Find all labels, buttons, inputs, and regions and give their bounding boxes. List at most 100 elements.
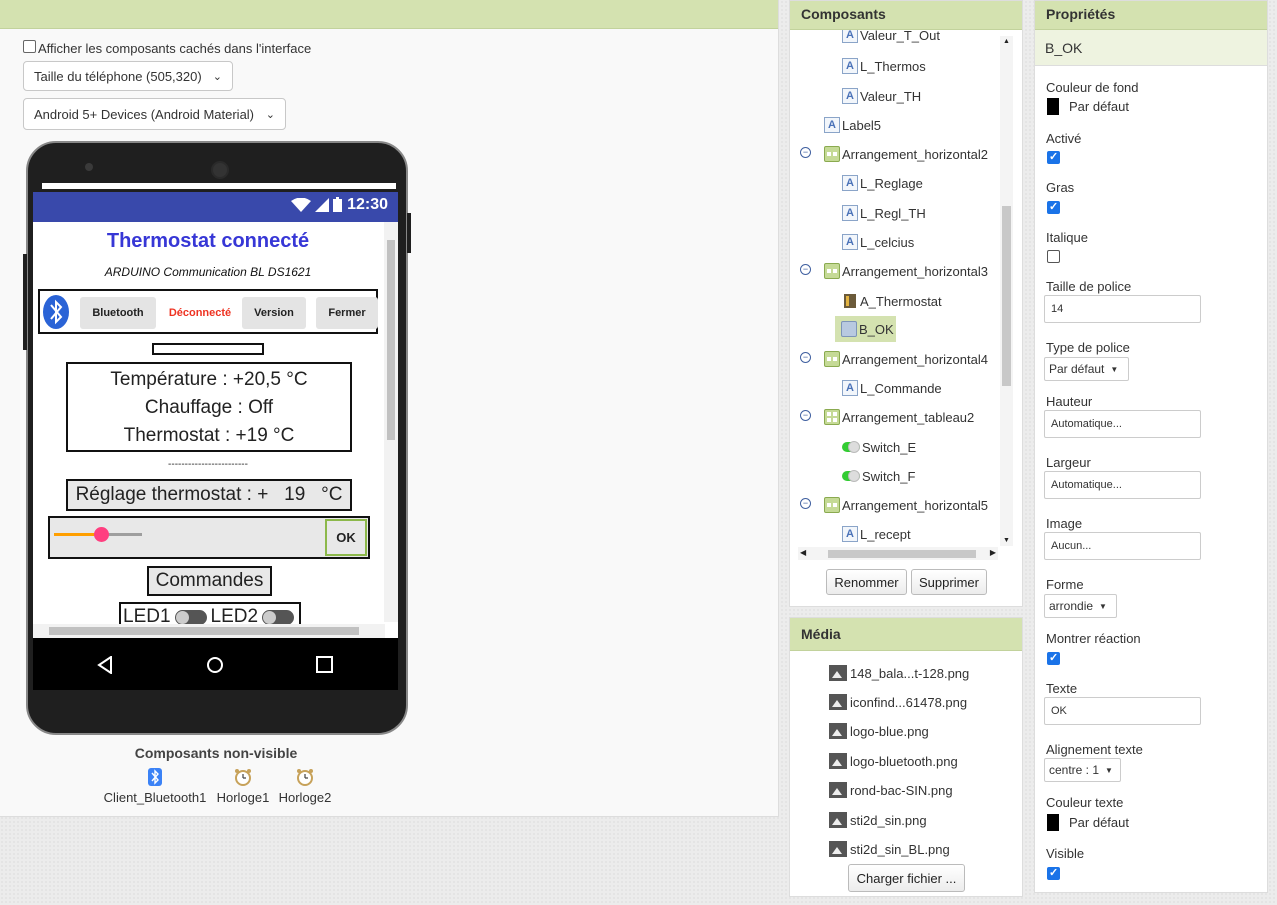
tree-item[interactable]: A Label5: [824, 114, 881, 136]
collapse-icon[interactable]: −: [800, 147, 811, 158]
status-icons: [291, 197, 342, 212]
upload-file-button[interactable]: Charger fichier ...: [848, 864, 965, 892]
led1-switch[interactable]: [174, 609, 207, 625]
enabled-checkbox[interactable]: [1047, 150, 1060, 164]
delete-button[interactable]: Supprimer: [911, 569, 987, 595]
shape-select[interactable]: arrondie ▼: [1044, 594, 1117, 618]
horizontal-arrangement-icon: [824, 263, 840, 279]
text-input[interactable]: OK: [1044, 697, 1201, 725]
components-tree: A Valeur_T_Out A L_Thermos A Valeur_TH A Lab…: [790, 30, 1012, 548]
collapse-icon[interactable]: −: [800, 352, 811, 363]
tree-item[interactable]: A L_Commande: [842, 377, 942, 399]
collapse-icon[interactable]: −: [800, 264, 811, 275]
text-color-label: Couleur texte: [1046, 795, 1124, 810]
color-swatch: [1047, 98, 1059, 115]
tree-item[interactable]: Arrangement_horizontal5: [824, 494, 988, 516]
media-file[interactable]: rond-bac-SIN.png: [829, 782, 953, 798]
non-visible-item-bluetooth[interactable]: Client_Bluetooth1: [100, 768, 210, 805]
show-feedback-checkbox[interactable]: [1047, 651, 1060, 665]
tree-item[interactable]: Switch_F: [842, 465, 915, 487]
tree-item-selected[interactable]: B_OK: [835, 316, 896, 342]
tree-horizontal-scrollbar[interactable]: ◀ ▶: [798, 547, 998, 560]
tree-item[interactable]: A L_Regl_TH: [842, 202, 926, 224]
rename-button[interactable]: Renommer: [826, 569, 907, 595]
scrollbar-thumb[interactable]: [49, 627, 359, 635]
checkbox-box[interactable]: [23, 40, 36, 53]
scroll-down-icon[interactable]: ▼: [1003, 537, 1010, 544]
tree-item[interactable]: A_Thermostat: [842, 290, 942, 312]
media-file[interactable]: logo-bluetooth.png: [829, 753, 958, 769]
version-button[interactable]: Version: [242, 297, 306, 329]
image-icon: [844, 294, 856, 308]
tree-item[interactable]: Switch_E: [842, 436, 916, 458]
background-color-picker[interactable]: Par défaut: [1047, 98, 1129, 115]
width-input[interactable]: Automatique...: [1044, 471, 1201, 499]
led2-switch[interactable]: [262, 609, 295, 625]
connection-status: Déconnecté: [168, 307, 232, 319]
image-input[interactable]: Aucun...: [1044, 532, 1201, 560]
bold-checkbox[interactable]: [1047, 200, 1060, 214]
font-size-input[interactable]: 14: [1044, 295, 1201, 323]
scroll-left-icon[interactable]: ◀: [800, 548, 806, 557]
scroll-right-icon[interactable]: ▶: [990, 548, 996, 557]
label-icon: A: [842, 175, 858, 191]
ok-button[interactable]: OK: [325, 519, 367, 556]
home-icon[interactable]: [206, 656, 224, 674]
media-file-name: iconfind...61478.png: [850, 694, 968, 710]
phone-size-select[interactable]: Taille du téléphone (505,320) ⌄: [23, 61, 233, 91]
media-file[interactable]: 148_bala...t-128.png: [829, 665, 969, 681]
media-file[interactable]: sti2d_sin_BL.png: [829, 841, 950, 857]
non-visible-item-clock2[interactable]: Horloge2: [275, 768, 335, 805]
tree-item[interactable]: Arrangement_horizontal4: [824, 348, 988, 370]
tree-item[interactable]: A L_recept: [842, 523, 911, 545]
tree-item[interactable]: Arrangement_horizontal2: [824, 143, 988, 165]
recents-icon[interactable]: [316, 656, 333, 673]
media-file[interactable]: logo-blue.png: [829, 723, 929, 739]
media-file[interactable]: iconfind...61478.png: [829, 694, 967, 710]
table-arrangement-icon: [824, 409, 840, 425]
chevron-down-icon: ⌄: [265, 108, 275, 121]
media-file[interactable]: sti2d_sin.png: [829, 812, 927, 828]
commands-label: Commandes: [147, 566, 272, 596]
tree-item[interactable]: A L_Thermos: [842, 55, 926, 77]
phone-speaker: [211, 161, 229, 179]
close-button[interactable]: Fermer: [316, 297, 378, 329]
tree-item[interactable]: A L_celcius: [842, 231, 914, 253]
bluetooth-button[interactable]: Bluetooth: [80, 297, 156, 329]
slider-thumb[interactable]: [93, 527, 109, 542]
scrollbar-thumb[interactable]: [1002, 206, 1011, 386]
heating-line: Chauffage : Off: [144, 397, 274, 418]
scrollbar-thumb[interactable]: [828, 550, 976, 558]
theme-select[interactable]: Android 5+ Devices (Android Material) ⌄: [23, 98, 286, 130]
tree-item-label: Valeur_T_Out: [860, 30, 940, 43]
phone-camera: [85, 163, 93, 171]
collapse-icon[interactable]: −: [800, 498, 811, 509]
tree-item[interactable]: Arrangement_tableau2: [824, 406, 974, 428]
back-icon[interactable]: [97, 656, 113, 674]
non-visible-label: Horloge2: [278, 790, 332, 805]
scroll-up-icon[interactable]: ▲: [1003, 38, 1010, 45]
visible-checkbox[interactable]: [1047, 866, 1060, 880]
tree-item[interactable]: A Valeur_TH: [842, 85, 921, 107]
tree-item[interactable]: A L_Reglage: [842, 172, 923, 194]
media-file-name: logo-blue.png: [850, 723, 929, 739]
tree-item-label: L_celcius: [860, 234, 915, 250]
font-type-select[interactable]: Par défaut ▼: [1044, 357, 1129, 381]
media-file-name: logo-bluetooth.png: [850, 753, 958, 769]
show-hidden-components-checkbox[interactable]: Afficher les composants cachés dans l'in…: [23, 40, 311, 56]
screen-horizontal-scrollbar[interactable]: [33, 624, 385, 638]
text-align-select[interactable]: centre : 1 ▼: [1044, 758, 1121, 782]
viewer-panel: Afficher les composants cachés dans l'in…: [0, 0, 779, 817]
screen-vertical-scrollbar[interactable]: [384, 222, 398, 622]
status-info-box: Température : +20,5 °C Chauffage : Off T…: [66, 362, 352, 452]
non-visible-item-clock1[interactable]: Horloge1: [213, 768, 273, 805]
scrollbar-thumb[interactable]: [387, 240, 395, 440]
text-color-picker[interactable]: Par défaut: [1047, 814, 1129, 831]
tree-item[interactable]: A Valeur_T_Out: [842, 30, 940, 46]
label-icon: A: [842, 234, 858, 250]
italic-checkbox[interactable]: [1047, 250, 1060, 263]
height-input[interactable]: Automatique...: [1044, 410, 1201, 438]
collapse-icon[interactable]: −: [800, 410, 811, 421]
tree-vertical-scrollbar[interactable]: ▲ ▼: [1000, 36, 1013, 546]
tree-item[interactable]: Arrangement_horizontal3: [824, 260, 988, 282]
